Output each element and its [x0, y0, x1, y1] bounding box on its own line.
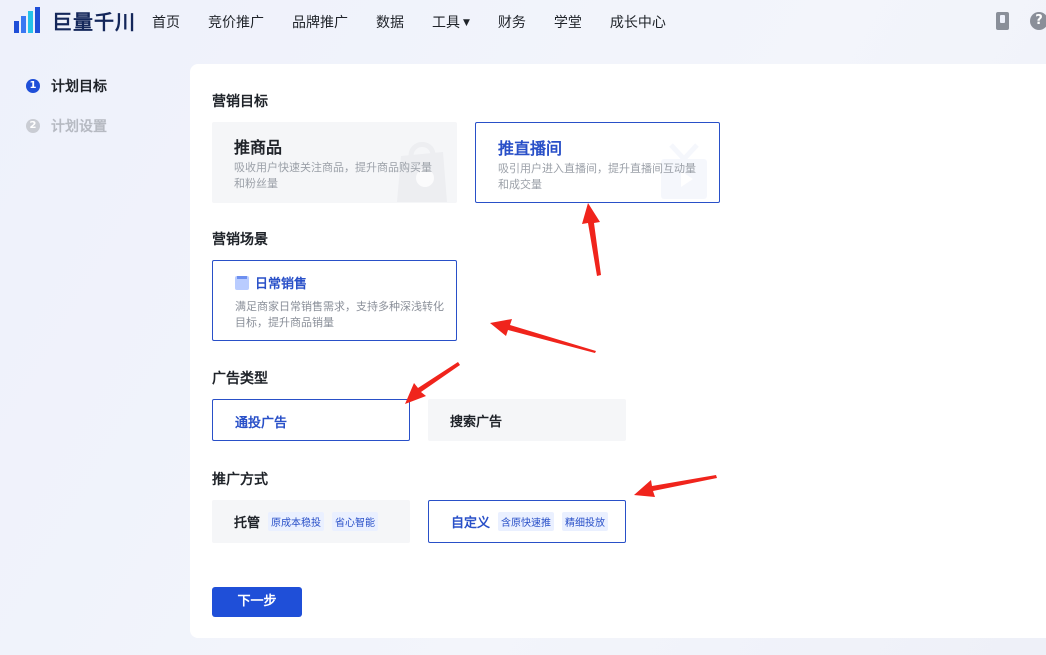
brand-logo[interactable]: 巨量千川: [12, 5, 136, 35]
calendar-icon: [235, 275, 249, 290]
qianchuan-logo-icon: [14, 7, 40, 33]
step-number-badge: 2: [26, 119, 40, 133]
main-nav: 首页 竞价推广 品牌推广 数据 工具 ▼ 财务 学堂 成长中心: [152, 12, 694, 32]
method-tag: 省心智能: [332, 512, 379, 531]
step-plan-settings[interactable]: 2 计划设置: [26, 116, 107, 136]
method-tag: 原成本稳投: [268, 512, 325, 531]
help-icon[interactable]: ?: [1030, 12, 1046, 30]
nav-growth-center[interactable]: 成长中心: [610, 12, 666, 32]
nav-home[interactable]: 首页: [152, 12, 180, 32]
method-managed[interactable]: 托管 原成本稳投 省心智能: [212, 500, 410, 543]
ad-type-label: 通投广告: [235, 416, 288, 431]
step-label: 计划目标: [51, 79, 107, 95]
section-title-marketing-scene: 营销场景: [212, 232, 268, 248]
ad-type-search[interactable]: 搜索广告: [428, 399, 626, 441]
ad-type-label: 搜索广告: [450, 415, 503, 430]
brand-name: 巨量千川: [52, 9, 136, 34]
top-navigation-bar: 巨量千川 首页 竞价推广 品牌推广 数据 工具 ▼ 财务 学堂 成长中心 ?: [0, 0, 1046, 42]
step-indicator: 1 计划目标 2 计划设置: [26, 76, 107, 156]
scene-card-daily-sales[interactable]: 日常销售 满足商家日常销售需求，支持多种深浅转化目标，提升商品销量: [212, 260, 457, 341]
section-title-marketing-goal: 营销目标: [212, 94, 268, 110]
chevron-down-icon: ▼: [463, 18, 470, 28]
step-label: 计划设置: [51, 119, 107, 135]
method-tag: 精细投放: [562, 512, 609, 531]
section-title-ad-type: 广告类型: [212, 371, 268, 387]
nav-brand-promotion[interactable]: 品牌推广: [292, 12, 348, 32]
method-label: 托管: [234, 516, 261, 531]
goal-card-description: 吸引用户进入直播间，提升直播间互动量和成交量: [498, 162, 696, 191]
method-tag: 含原快速推: [498, 512, 555, 531]
mobile-phone-icon[interactable]: [996, 12, 1009, 30]
next-step-button[interactable]: 下一步: [212, 587, 302, 617]
nav-bidding-promotion[interactable]: 竞价推广: [208, 12, 264, 32]
nav-academy[interactable]: 学堂: [554, 12, 582, 32]
method-custom[interactable]: 自定义 含原快速推 精细投放: [428, 500, 626, 543]
plan-goal-panel: 营销目标 推商品 吸收用户快速关注商品，提升商品购买量和粉丝量 推直播间 吸引用…: [190, 64, 1046, 638]
goal-card-title: 推直播间: [498, 139, 563, 158]
nav-data[interactable]: 数据: [376, 12, 404, 32]
scene-card-title: 日常销售: [255, 277, 308, 292]
section-title-promotion-method: 推广方式: [212, 472, 268, 488]
method-label: 自定义: [451, 516, 491, 531]
nav-finance[interactable]: 财务: [498, 12, 526, 32]
nav-tools[interactable]: 工具 ▼: [432, 12, 470, 32]
scene-card-description: 满足商家日常销售需求，支持多种深浅转化目标，提升商品销量: [235, 300, 444, 329]
ad-type-general[interactable]: 通投广告: [212, 399, 410, 441]
nav-tools-label: 工具: [432, 15, 460, 31]
goal-card-promote-product[interactable]: 推商品 吸收用户快速关注商品，提升商品购买量和粉丝量: [212, 122, 457, 203]
goal-card-title: 推商品: [234, 138, 283, 157]
goal-card-description: 吸收用户快速关注商品，提升商品购买量和粉丝量: [234, 161, 432, 190]
step-number-badge: 1: [26, 79, 40, 93]
goal-card-promote-live-room[interactable]: 推直播间 吸引用户进入直播间，提升直播间互动量和成交量: [475, 122, 720, 203]
step-plan-goal[interactable]: 1 计划目标: [26, 76, 107, 96]
